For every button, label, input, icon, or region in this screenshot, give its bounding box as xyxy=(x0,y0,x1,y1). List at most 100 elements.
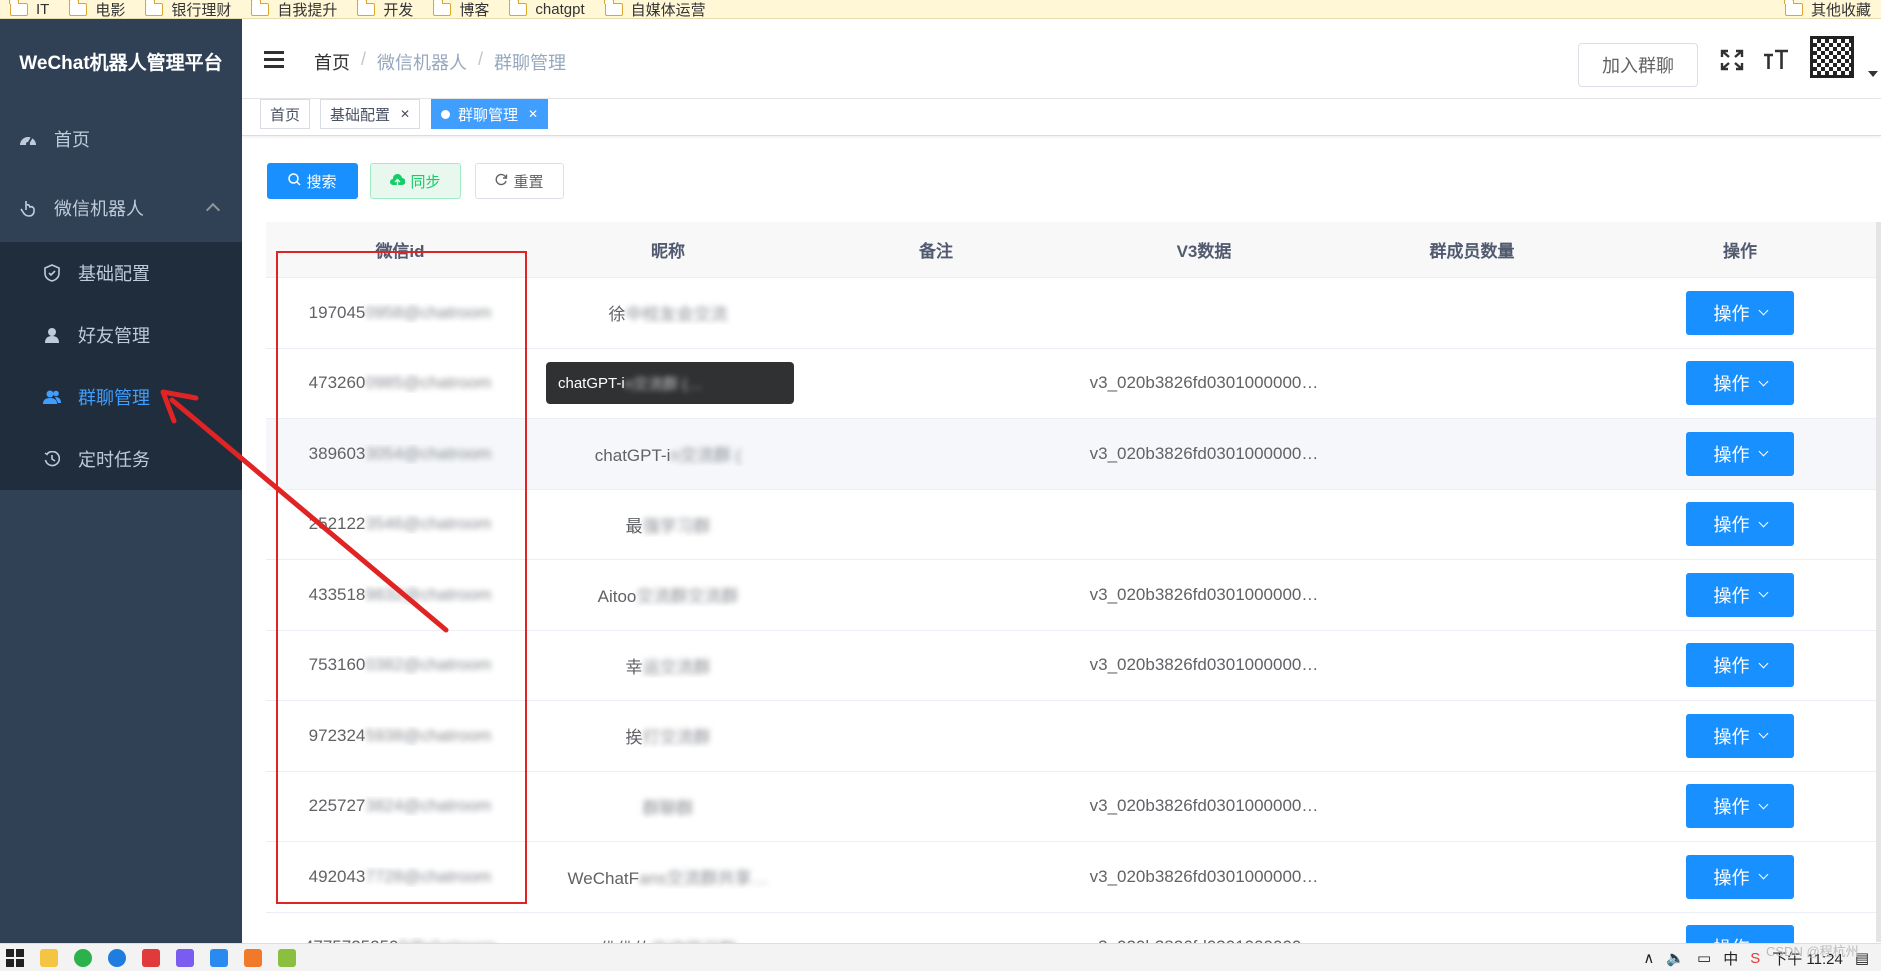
qrcode-icon[interactable] xyxy=(1810,36,1854,78)
search-icon xyxy=(288,173,302,189)
cell-actions: 操作 xyxy=(1606,502,1874,547)
close-icon[interactable]: ✕ xyxy=(400,107,410,121)
folder-icon xyxy=(250,0,270,16)
bookmark-folder[interactable]: 银行理财 xyxy=(144,0,231,19)
cell-nickname: 群聊群 xyxy=(534,794,802,819)
action-dropdown-button[interactable]: 操作 xyxy=(1686,290,1794,335)
annotation-box xyxy=(276,251,527,904)
bookmark-label: 电影 xyxy=(95,1,126,19)
shield-icon xyxy=(42,263,62,283)
nickname-blurred: 打交流群 xyxy=(642,728,711,748)
action-dropdown-button[interactable]: 操作 xyxy=(1686,854,1794,899)
bookmark-folder[interactable]: 博客 xyxy=(432,0,489,19)
cell-v3-data: v3_020b3826fd0301000000… xyxy=(1089,584,1319,604)
windows-start-icon[interactable] xyxy=(6,948,24,967)
button-label: 操作 xyxy=(1713,867,1750,888)
action-dropdown-button[interactable]: 操作 xyxy=(1686,713,1794,758)
cell-nickname: 挨打交流群 xyxy=(534,723,802,748)
cell-nickname: WeChatFans交流群共享… xyxy=(534,864,802,889)
bookmark-label: IT xyxy=(36,0,50,18)
bookmark-folder-other[interactable]: 其他收藏 xyxy=(1784,0,1871,19)
battery-icon[interactable]: ▭ xyxy=(1697,949,1711,967)
column-header[interactable]: V3数据 xyxy=(1070,237,1338,262)
column-header[interactable]: 群成员数量 xyxy=(1338,237,1606,262)
sidebar-item-friends[interactable]: 好友管理 xyxy=(0,304,242,366)
tag-group-chat[interactable]: 群聊管理 ✕ xyxy=(431,99,549,129)
tag-home[interactable]: 首页 xyxy=(260,99,311,129)
bookmark-folder[interactable]: 电影 xyxy=(68,0,126,19)
sidebar-item-group-chat[interactable]: 群聊管理 xyxy=(0,366,242,428)
app-icon[interactable] xyxy=(244,948,262,967)
folder-icon xyxy=(432,0,452,16)
folder-icon xyxy=(9,0,28,16)
close-icon[interactable]: ✕ xyxy=(528,107,538,121)
column-header[interactable]: 备注 xyxy=(802,237,1070,262)
fullscreen-icon[interactable] xyxy=(1720,49,1744,77)
input-method-icon[interactable]: 中 xyxy=(1723,948,1738,969)
bookmark-folder[interactable]: 开发 xyxy=(356,0,413,19)
cell-actions: 操作 xyxy=(1606,572,1874,617)
bookmark-folder[interactable]: 自媒体运营 xyxy=(604,0,706,19)
cell-nickname: Aitoo交流群交流群 xyxy=(534,582,802,607)
sogou-icon[interactable]: S xyxy=(1750,950,1760,967)
sidebar-item-label: 首页 xyxy=(54,129,90,150)
breadcrumb-current: 群聊管理 xyxy=(494,53,567,73)
cell-actions: 操作 xyxy=(1606,290,1874,335)
caret-down-icon[interactable] xyxy=(1868,71,1878,77)
tags-view: 首页 基础配置 ✕ 群聊管理 ✕ xyxy=(242,99,1881,136)
volume-icon[interactable]: 🔈 xyxy=(1666,949,1685,967)
bookmark-folder[interactable]: chatgpt xyxy=(508,0,585,19)
chevron-down-icon xyxy=(1758,658,1768,669)
button-label: 操作 xyxy=(1713,303,1750,324)
reset-button[interactable]: 重置 xyxy=(475,163,564,199)
edge-browser-icon[interactable] xyxy=(108,948,126,967)
font-size-icon[interactable] xyxy=(1763,49,1789,77)
sidebar-item-home[interactable]: 首页 xyxy=(0,104,242,173)
action-dropdown-button[interactable]: 操作 xyxy=(1686,361,1794,406)
nickname-text: 徐 xyxy=(608,305,626,325)
action-dropdown-button[interactable]: 操作 xyxy=(1686,784,1794,829)
column-header[interactable]: 操作 xyxy=(1606,237,1874,262)
vertical-scrollbar[interactable] xyxy=(1876,222,1881,942)
sidebar-item-label: 好友管理 xyxy=(78,326,150,346)
search-button[interactable]: 搜索 xyxy=(267,163,358,199)
app-icon[interactable] xyxy=(176,948,194,967)
chevron-down-icon xyxy=(1758,446,1768,457)
breadcrumb-home[interactable]: 首页 xyxy=(314,49,350,75)
wechat-icon[interactable] xyxy=(74,948,92,967)
button-label: 操作 xyxy=(1713,585,1750,606)
join-group-button[interactable]: 加入群聊 xyxy=(1578,43,1698,87)
wps-icon[interactable] xyxy=(142,948,160,967)
action-dropdown-button[interactable]: 操作 xyxy=(1686,572,1794,617)
sidebar-item-scheduled-task[interactable]: 定时任务 xyxy=(0,428,242,490)
column-header[interactable]: 昵称 xyxy=(534,237,802,262)
button-label: 重置 xyxy=(513,173,544,191)
cell-actions: 操作 xyxy=(1606,854,1874,899)
cell-actions: 操作 xyxy=(1606,784,1874,829)
tag-label: 基础配置 xyxy=(330,106,391,124)
tag-basic-config[interactable]: 基础配置 ✕ xyxy=(320,99,421,129)
action-dropdown-button[interactable]: 操作 xyxy=(1686,431,1794,476)
chevron-up-icon[interactable]: ∧ xyxy=(1643,949,1654,967)
sidebar: WeChat机器人管理平台 首页 微信机器人 基础配置 好友管理 群聊管理 定时… xyxy=(0,19,242,943)
hamburger-icon[interactable] xyxy=(264,51,284,68)
action-dropdown-button[interactable]: 操作 xyxy=(1686,502,1794,547)
chevron-down-icon xyxy=(1758,305,1768,316)
cell-nickname: chatGPT-in交流群 ( xyxy=(534,441,802,466)
sidebar-item-label: 微信机器人 xyxy=(54,198,144,219)
sidebar-item-basic-config[interactable]: 基础配置 xyxy=(0,242,242,304)
action-dropdown-button[interactable]: 操作 xyxy=(1686,643,1794,688)
sidebar-item-wechat-robot[interactable]: 微信机器人 xyxy=(0,173,242,242)
file-explorer-icon[interactable] xyxy=(40,948,58,967)
breadcrumb-separator: / xyxy=(361,49,367,69)
feishu-icon[interactable] xyxy=(210,948,228,967)
notes-icon[interactable] xyxy=(278,948,296,967)
tooltip-text: chatGPT-i xyxy=(558,374,625,392)
cell-v3-data: v3_020b3826fd0301000000… xyxy=(1089,866,1319,886)
bookmark-label: 自我提升 xyxy=(277,1,338,19)
chevron-down-icon xyxy=(1758,869,1768,880)
sync-button[interactable]: 同步 xyxy=(370,163,461,199)
bookmark-folder[interactable]: IT xyxy=(9,0,50,19)
bookmark-folder[interactable]: 自我提升 xyxy=(250,0,338,19)
taskbar: ∧ 🔈 ▭ 中 S 下午 11:24 ▤ xyxy=(0,943,1881,971)
